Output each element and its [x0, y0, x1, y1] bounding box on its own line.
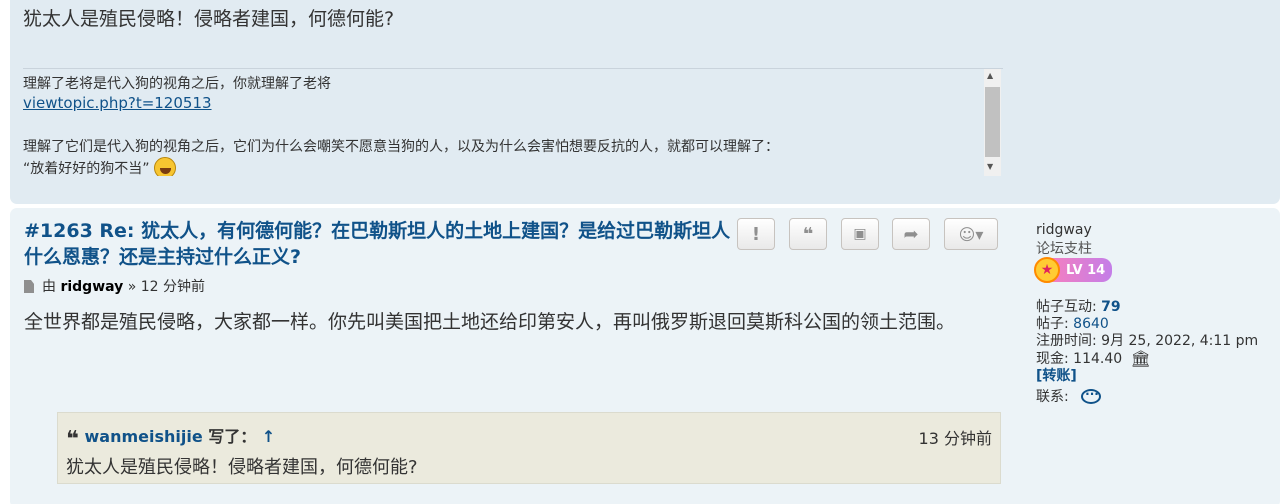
signature-line-2: 理解了它们是代入狗的视角之后，它们为什么会嘲笑不愿意当狗的人，以及为什么会害怕想…	[23, 139, 779, 155]
profile-joined: 注册时间: 9月 25, 2022, 4:11 pm	[1036, 330, 1258, 350]
reaction-dropdown-button[interactable]: ☺▾	[944, 218, 998, 250]
scrollbar-thumb[interactable]	[985, 87, 1000, 157]
transfer-link[interactable]: [转账]	[1036, 368, 1077, 384]
quote-time: 13 分钟前	[918, 429, 992, 448]
level-text: LV 14	[1066, 262, 1106, 278]
gift-button[interactable]: ▣	[841, 218, 879, 250]
previous-post-text: 犹太人是殖民侵略！侵略者建国，何德何能?	[23, 8, 395, 30]
gift-icon: ▣	[853, 226, 867, 242]
signature-line-3: “放着好好的狗不当”	[23, 161, 150, 176]
profile-transfer: [转账]	[1036, 365, 1077, 385]
laughing-emoji-icon	[153, 157, 176, 176]
post-title[interactable]: #1263 Re: 犹太人，有何德何能？在巴勒斯坦人的土地上建国？是给过巴勒斯坦…	[24, 218, 744, 270]
signature-line-1: 理解了老将是代入狗的视角之后，你就理解了老将	[23, 76, 331, 92]
quote-icon: ❝	[802, 223, 814, 245]
profile-contact: 联系:	[1036, 384, 1102, 406]
quote-mark-icon: ❝	[66, 427, 79, 452]
level-badge: ★ LV 14	[1034, 257, 1112, 283]
share-icon: ➦	[903, 223, 919, 245]
joined-value: 9月 25, 2022, 4:11 pm	[1101, 333, 1259, 349]
meta-by-label: 由	[42, 279, 56, 295]
chat-icon[interactable]	[1081, 384, 1102, 404]
exclamation-icon: !	[751, 223, 761, 245]
quote-header: ❝ wanmeishijie 写了： ↑	[66, 423, 275, 452]
post-author-link[interactable]: ridgway	[60, 279, 123, 295]
quote-block: ❝ wanmeishijie 写了： ↑ 13 分钟前 犹太人是殖民侵略！侵略者…	[57, 412, 1001, 484]
quote-wrote-label: 写了：	[208, 427, 257, 446]
emoji-dropdown-icon: ☺▾	[958, 224, 984, 244]
post-meta: 由 ridgway » 12 分钟前	[24, 276, 205, 296]
quote-button[interactable]: ❝	[789, 218, 827, 250]
share-button[interactable]: ➦	[892, 218, 930, 250]
joined-label: 注册时间:	[1036, 333, 1097, 349]
author-profile: ridgway 论坛支柱	[1036, 222, 1092, 258]
scroll-down-arrow-icon[interactable]: ▼	[987, 162, 993, 171]
star-icon: ★	[1034, 257, 1060, 283]
scroll-up-arrow-icon[interactable]: ▲	[987, 71, 993, 80]
quote-jump-arrow-icon[interactable]: ↑	[262, 427, 275, 446]
bank-icon: 🏛	[1130, 349, 1151, 368]
profile-rank: 论坛支柱	[1036, 241, 1092, 257]
post-body: 全世界都是殖民侵略，大家都一样。你先叫美国把土地还给印第安人，再叫俄罗斯退回莫斯…	[24, 311, 956, 333]
profile-username[interactable]: ridgway	[1036, 222, 1092, 238]
quote-author-link[interactable]: wanmeishijie	[85, 427, 203, 446]
cash-value: 114.40	[1073, 351, 1123, 367]
signature-link[interactable]: viewtopic.php?t=120513	[23, 94, 212, 112]
signature-scrollbar[interactable]: ▲ ▼	[984, 69, 1001, 176]
post-time: » 12 分钟前	[127, 279, 206, 295]
report-button[interactable]: !	[737, 218, 775, 250]
signature-box: 理解了老将是代入狗的视角之后，你就理解了老将 viewtopic.php?t=1…	[23, 68, 1003, 176]
quote-text: 犹太人是殖民侵略！侵略者建国，何德何能?	[66, 457, 418, 478]
file-icon	[24, 280, 34, 293]
contact-label: 联系:	[1036, 389, 1069, 405]
